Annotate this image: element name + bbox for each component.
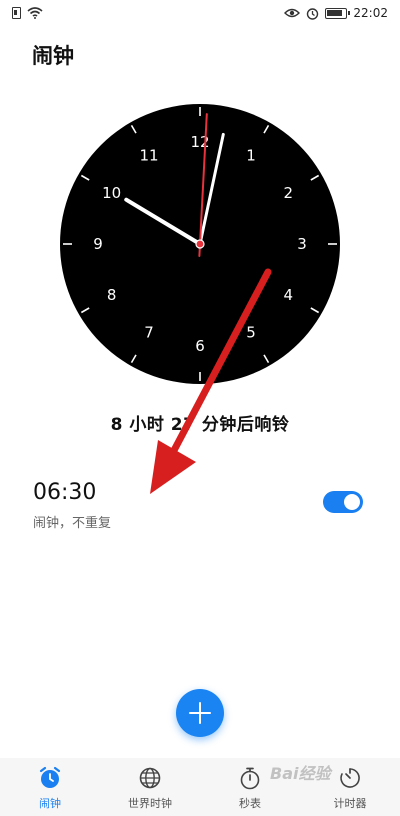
alarm-list-item[interactable]: 06:30 闹钟，不重复 <box>0 474 400 540</box>
bottom-tab-bar: 闹钟 世界时钟 秒表 计时器 <box>0 758 400 816</box>
alarm-time: 06:30 <box>33 480 97 505</box>
next-alarm-countdown: 8 小时 27 分钟后响铃 <box>110 415 290 435</box>
alarm-enable-toggle[interactable] <box>323 491 363 513</box>
clock-numeral: 2 <box>284 184 294 202</box>
watermark: Bai经验 <box>270 764 331 783</box>
battery-icon <box>325 7 351 19</box>
toggle-knob <box>344 494 360 510</box>
tab-world-clock-label: 世界时钟 <box>128 797 172 810</box>
clock-numeral: 10 <box>102 184 121 202</box>
alarm-status-icon <box>307 7 319 20</box>
page-title: 闹钟 <box>32 44 74 68</box>
clock-numeral: 11 <box>139 147 158 165</box>
clock-numeral: 7 <box>144 323 154 341</box>
clock-numeral: 1 <box>246 147 256 165</box>
plus-icon <box>189 702 211 724</box>
tab-alarm-label: 闹钟 <box>39 797 61 810</box>
clock-numeral: 3 <box>297 235 307 253</box>
clock-numeral: 8 <box>107 286 117 304</box>
clock-numeral: 12 <box>190 133 209 151</box>
globe-icon <box>139 767 161 789</box>
clock-numeral: 4 <box>284 286 294 304</box>
timer-icon <box>340 768 360 788</box>
add-alarm-button[interactable] <box>176 689 224 737</box>
tab-alarm[interactable]: 闹钟 <box>0 758 100 816</box>
analog-clock: 12 1 2 3 4 5 6 7 8 9 10 11 <box>60 104 340 384</box>
clock-center-pin <box>195 239 205 249</box>
stopwatch-icon <box>240 767 260 790</box>
sim-card-icon <box>12 7 21 19</box>
eye-icon <box>284 8 301 18</box>
status-time: 22:02 <box>353 6 388 20</box>
clock-numeral: 6 <box>195 337 205 355</box>
clock-numeral: 9 <box>93 235 103 253</box>
analog-clock-face: 121234567891011 <box>60 104 340 384</box>
status-right: 22:02 <box>284 6 388 20</box>
alarm-description: 闹钟，不重复 <box>33 516 112 531</box>
clock-numeral: 5 <box>246 323 256 341</box>
alarm-clock-icon <box>39 766 61 788</box>
wifi-icon <box>27 7 43 19</box>
tab-timer-label: 计时器 <box>333 797 367 810</box>
status-left <box>12 7 43 19</box>
tab-world-clock[interactable]: 世界时钟 <box>100 758 200 816</box>
tab-stopwatch-label: 秒表 <box>239 797 261 810</box>
status-bar: 22:02 <box>0 0 400 26</box>
